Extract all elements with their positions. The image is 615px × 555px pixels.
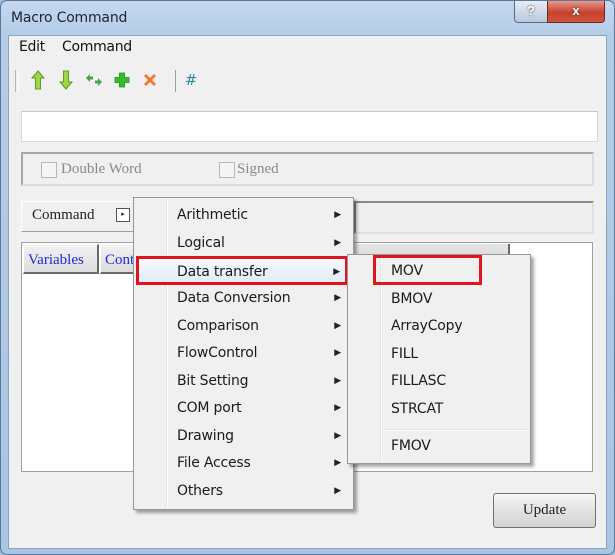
highlight-box-data-transfer bbox=[136, 256, 348, 285]
swap-icon bbox=[86, 74, 102, 86]
menu-item-logical[interactable]: Logical ▶ bbox=[136, 230, 351, 256]
hash-button[interactable]: # bbox=[180, 69, 202, 91]
double-word-label: Double Word bbox=[61, 161, 142, 177]
expression-input[interactable] bbox=[21, 111, 598, 142]
move-up-button[interactable] bbox=[27, 69, 49, 91]
menu-item-label: FILLASC bbox=[391, 373, 446, 389]
menu-item-flowcontrol[interactable]: FlowControl ▶ bbox=[136, 340, 351, 366]
close-button[interactable]: x bbox=[547, 1, 605, 23]
menu-item-fill[interactable]: FILL bbox=[350, 341, 528, 367]
menu-item-comparison[interactable]: Comparison ▶ bbox=[136, 313, 351, 339]
submenu-arrow-icon: ▶ bbox=[334, 210, 341, 220]
toolbar-separator bbox=[175, 70, 176, 92]
add-button[interactable] bbox=[111, 69, 133, 91]
submenu-arrow-icon: ▶ bbox=[334, 376, 341, 386]
menu-item-data-conversion[interactable]: Data Conversion ▶ bbox=[136, 285, 351, 311]
menu-item-com-port[interactable]: COM port ▶ bbox=[136, 395, 351, 421]
menu-item-label: COM port bbox=[177, 400, 242, 416]
update-button[interactable]: Update bbox=[493, 493, 596, 528]
double-word-checkbox[interactable] bbox=[41, 162, 57, 178]
toolbar-grip[interactable] bbox=[15, 70, 19, 92]
menu-item-label: Arithmetic bbox=[177, 207, 248, 223]
menu-item-arithmetic[interactable]: Arithmetic ▶ bbox=[136, 202, 351, 228]
menu-edit[interactable]: Edit bbox=[19, 39, 45, 55]
menu-item-label: Logical bbox=[177, 235, 225, 251]
menu-item-label: FILL bbox=[391, 346, 418, 362]
menu-item-bmov[interactable]: BMOV bbox=[350, 286, 528, 312]
highlight-box-mov bbox=[373, 255, 482, 285]
command-selector: Command ▸ bbox=[21, 201, 137, 232]
menu-item-drawing[interactable]: Drawing ▶ bbox=[136, 423, 351, 449]
menu-item-others[interactable]: Others ▶ bbox=[136, 478, 351, 504]
command-menu-button[interactable]: ▸ bbox=[116, 208, 130, 222]
move-down-button[interactable] bbox=[55, 69, 77, 91]
submenu-arrow-icon: ▶ bbox=[334, 458, 341, 468]
submenu-arrow-icon: ▶ bbox=[334, 238, 341, 248]
command-category-menu: Arithmetic ▶ Logical ▶ Data transfer ▶ D… bbox=[133, 197, 354, 510]
help-icon: ? bbox=[527, 3, 535, 18]
options-group: Double Word Signed bbox=[21, 152, 594, 186]
hash-icon: # bbox=[184, 71, 198, 89]
delete-x-icon bbox=[144, 74, 156, 86]
menu-item-label: Data Conversion bbox=[177, 290, 291, 306]
triangle-right-icon: ▸ bbox=[121, 211, 125, 218]
toolbar: # bbox=[12, 66, 212, 96]
command-parameters-field[interactable] bbox=[354, 201, 594, 234]
menu-item-bit-setting[interactable]: Bit Setting ▶ bbox=[136, 368, 351, 394]
swap-button[interactable] bbox=[83, 69, 105, 91]
menu-item-label: Drawing bbox=[177, 428, 234, 444]
menu-item-fillasc[interactable]: FILLASC bbox=[350, 368, 528, 394]
submenu-arrow-icon: ▶ bbox=[334, 293, 341, 303]
menu-item-file-access[interactable]: File Access ▶ bbox=[136, 450, 351, 476]
submenu-arrow-icon: ▶ bbox=[334, 403, 341, 413]
submenu-arrow-icon: ▶ bbox=[334, 431, 341, 441]
submenu-arrow-icon: ▶ bbox=[334, 321, 341, 331]
menu-separator bbox=[382, 429, 527, 431]
menu-item-label: BMOV bbox=[391, 291, 433, 307]
menu-item-label: Bit Setting bbox=[177, 373, 249, 389]
arrow-up-icon bbox=[31, 70, 45, 90]
menu-item-label: STRCAT bbox=[391, 401, 444, 417]
command-label: Command bbox=[32, 207, 95, 223]
menu-item-arraycopy[interactable]: ArrayCopy bbox=[350, 313, 528, 339]
close-icon: x bbox=[572, 3, 580, 18]
signed-checkbox[interactable] bbox=[219, 162, 235, 178]
title-bar[interactable]: Macro Command ? x bbox=[1, 1, 614, 35]
column-header-variables[interactable]: Variables bbox=[23, 244, 99, 274]
menu-item-fmov[interactable]: FMOV bbox=[350, 433, 528, 459]
data-transfer-submenu: MOV BMOV ArrayCopy FILL FILLASC STRCAT F… bbox=[347, 254, 531, 464]
menu-item-label: FMOV bbox=[391, 438, 431, 454]
menu-item-label: File Access bbox=[177, 455, 251, 471]
plus-icon bbox=[114, 72, 130, 88]
menu-item-label: FlowControl bbox=[177, 345, 258, 361]
delete-button[interactable] bbox=[139, 69, 161, 91]
menu-item-strcat[interactable]: STRCAT bbox=[350, 396, 528, 422]
menu-item-label: Comparison bbox=[177, 318, 259, 334]
submenu-arrow-icon: ▶ bbox=[334, 486, 341, 496]
menu-item-label: ArrayCopy bbox=[391, 318, 463, 334]
window-title: Macro Command bbox=[11, 10, 128, 26]
signed-label: Signed bbox=[237, 161, 279, 177]
menu-item-label: Others bbox=[177, 483, 223, 499]
submenu-arrow-icon: ▶ bbox=[334, 348, 341, 358]
arrow-down-icon bbox=[59, 70, 73, 90]
help-button[interactable]: ? bbox=[514, 1, 548, 23]
menu-command[interactable]: Command bbox=[62, 39, 132, 55]
